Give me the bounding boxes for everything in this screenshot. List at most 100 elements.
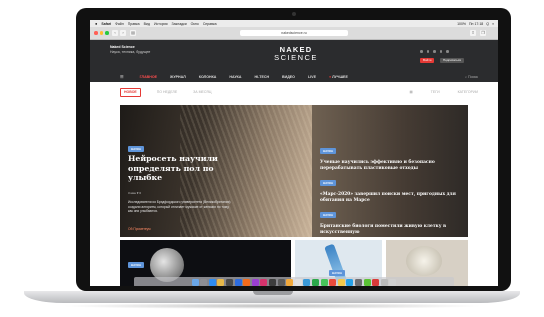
finder-icon[interactable] — [191, 278, 199, 286]
camera-icon — [292, 12, 296, 16]
filter-new[interactable]: НОВОЕ — [120, 87, 141, 97]
social-icon[interactable] — [446, 50, 449, 53]
close-window-icon[interactable] — [94, 31, 98, 35]
filter-tags[interactable]: ТЕГИ — [431, 90, 440, 94]
nav-item-best-label: ЛУЧШЕЕ — [332, 74, 348, 79]
side-article[interactable]: НАУКА Ученые научились эффективно и безо… — [320, 139, 460, 171]
card-tag[interactable]: НАУКА — [329, 270, 346, 276]
brand-mini: Naked Science Наука, техника, будущее — [110, 45, 150, 54]
macos-dock — [134, 277, 454, 286]
menu-item-view[interactable]: Вид — [144, 22, 150, 26]
terminal-icon[interactable] — [226, 278, 234, 286]
safari-icon[interactable] — [208, 278, 216, 286]
nav-item-best[interactable]: ● ЛУЧШЕЕ — [329, 75, 348, 79]
facetime-icon[interactable] — [320, 278, 328, 286]
side-title[interactable]: «Марс-2020» завершил поиски мест, пригод… — [320, 192, 460, 203]
indesign-icon[interactable] — [260, 278, 268, 286]
notes-icon[interactable] — [217, 278, 225, 286]
music-icon[interactable] — [329, 278, 337, 286]
card-image — [406, 246, 442, 276]
brand-mini-title: Naked Science — [110, 45, 135, 49]
card-tag[interactable]: НАУКА — [128, 262, 145, 268]
hero-meta: 3 мин ♥ 0 — [128, 191, 142, 195]
social-icon[interactable] — [420, 50, 423, 53]
settings-icon[interactable] — [354, 278, 362, 286]
hero-article[interactable]: НАУКА Нейросеть научили определять пол п… — [120, 105, 312, 237]
nav-item-live[interactable]: LIVE — [308, 75, 316, 79]
menu-item-history[interactable]: История — [154, 22, 168, 26]
share-icon[interactable]: ⇧ — [470, 30, 476, 36]
back-icon[interactable]: ‹ — [112, 30, 118, 36]
menu-item-edit[interactable]: Правка — [128, 22, 140, 26]
menu-item-window[interactable]: Окно — [191, 22, 199, 26]
app-icon[interactable] — [294, 278, 302, 286]
app-icon[interactable] — [303, 278, 311, 286]
side-article[interactable]: НАУКА «Марс-2020» завершил поиски мест, … — [320, 171, 460, 203]
social-icon[interactable] — [426, 50, 429, 53]
screen: ● Safari Файл Правка Вид История Закладк… — [90, 20, 498, 286]
search-label: Поиск — [468, 74, 478, 79]
appstore-icon[interactable] — [346, 278, 354, 286]
notification-icon[interactable]: ≡ — [492, 22, 494, 26]
nav-item-video[interactable]: ВИДЕО — [282, 75, 295, 79]
grid-view-icon[interactable]: ▦ — [409, 90, 412, 94]
menu-item-safari[interactable]: Safari — [101, 22, 111, 26]
login-button[interactable]: Войти — [420, 58, 435, 63]
trash-icon[interactable] — [389, 278, 397, 286]
nav-item-column[interactable]: КОЛОНКА — [199, 75, 217, 79]
app-icon[interactable] — [269, 278, 277, 286]
app-icon[interactable] — [277, 278, 285, 286]
launchpad-icon[interactable] — [200, 278, 208, 286]
forward-icon[interactable]: › — [120, 30, 126, 36]
filter-week[interactable]: ПО НЕДЕЛЕ — [157, 90, 177, 94]
laptop-notch — [253, 291, 293, 295]
hero-title[interactable]: Нейросеть научили определять пол по улыб… — [128, 154, 238, 183]
app-icon[interactable] — [372, 278, 380, 286]
side-article[interactable]: НАУКА Британские биологи поместили живую… — [320, 203, 460, 235]
filter-month[interactable]: ЗА МЕСЯЦ — [193, 90, 211, 94]
menubar-status: 100% Пн 17:18 Q ≡ — [457, 22, 494, 26]
side-tag[interactable]: НАУКА — [320, 148, 337, 154]
tabs-icon[interactable]: ❐ — [480, 30, 486, 36]
menu-item-file[interactable]: Файл — [115, 22, 124, 26]
nav-item-main[interactable]: ГЛАВНОЕ — [140, 75, 157, 79]
filter-right: ▦ ТЕГИ КАТЕГОРИИ — [409, 90, 478, 94]
nav-item-journal[interactable]: ЖУРНАЛ — [170, 75, 186, 79]
social-icon[interactable] — [439, 50, 442, 53]
search-field[interactable]: ⌕ Поиск — [465, 75, 478, 79]
apple-icon[interactable]: ● — [95, 21, 97, 26]
side-tag[interactable]: НАУКА — [320, 180, 337, 186]
hero-tag[interactable]: НАУКА — [128, 146, 145, 152]
hero-lead: Исследователи из Брэдфордского университ… — [128, 200, 231, 214]
side-title[interactable]: Ученые научились эффективно и безопасно … — [320, 160, 460, 171]
illustrator-icon[interactable] — [243, 278, 251, 286]
main-nav: ☰ ГЛАВНОЕ ЖУРНАЛ КОЛОНКА НАУКА HI-TECH В… — [90, 71, 498, 82]
clock-label[interactable]: Пн 17:18 — [469, 22, 483, 26]
nav-item-hitech[interactable]: HI-TECH — [254, 75, 269, 79]
menu-item-help[interactable]: Справка — [203, 22, 217, 26]
hero-author[interactable]: Ой Прометеум — [128, 227, 151, 231]
nav-item-science[interactable]: НАУКА — [229, 75, 241, 79]
premiere-icon[interactable] — [251, 278, 259, 286]
app-icon[interactable] — [363, 278, 371, 286]
sketch-icon[interactable] — [286, 278, 294, 286]
menu-icon[interactable]: ☰ — [120, 74, 124, 79]
battery-label[interactable]: 100% — [457, 22, 466, 26]
zoom-window-icon[interactable] — [105, 31, 109, 35]
side-tag[interactable]: НАУКА — [320, 212, 337, 218]
social-icon[interactable] — [433, 50, 436, 53]
photos-icon[interactable] — [337, 278, 345, 286]
macos-menubar: ● Safari Файл Правка Вид История Закладк… — [90, 20, 498, 27]
spotlight-icon[interactable]: Q — [486, 22, 489, 26]
sidebar-icon[interactable]: ▤ — [130, 30, 136, 36]
minimize-window-icon[interactable] — [99, 31, 103, 35]
photoshop-icon[interactable] — [234, 278, 242, 286]
side-title[interactable]: Британские биологи поместили живую клетк… — [320, 224, 460, 235]
filter-categories[interactable]: КАТЕГОРИИ — [458, 90, 478, 94]
downloads-icon[interactable] — [380, 278, 388, 286]
messages-icon[interactable] — [311, 278, 319, 286]
menu-item-bookmarks[interactable]: Закладки — [172, 22, 187, 26]
site-logo[interactable]: NAKED SCIENCE — [268, 46, 324, 62]
address-bar[interactable]: nakedscience.ru — [240, 30, 348, 36]
subscribe-button[interactable]: Подписаться — [440, 58, 464, 63]
